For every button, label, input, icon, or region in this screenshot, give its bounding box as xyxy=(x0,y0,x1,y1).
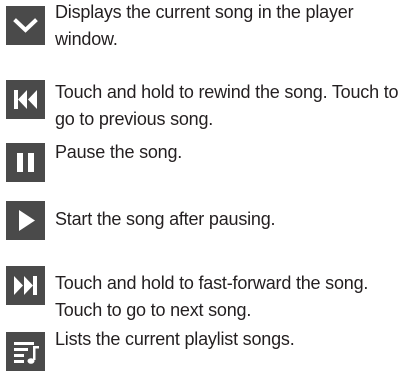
play-icon xyxy=(6,201,45,240)
pause-icon xyxy=(6,143,45,182)
control-description: Touch and hold to rewind the song. Touch… xyxy=(55,82,399,129)
chevron-down-icon xyxy=(6,6,45,45)
control-description: Start the song after pausing. xyxy=(55,209,276,229)
skip-back-icon xyxy=(6,80,45,119)
control-description: Touch and hold to fast-forward the song.… xyxy=(55,273,369,320)
skip-forward-icon xyxy=(6,266,45,305)
control-description: Pause the song. xyxy=(55,142,183,162)
playlist-icon xyxy=(6,332,45,371)
control-description: Displays the current song in the player … xyxy=(55,2,354,49)
control-description: Lists the current playlist songs. xyxy=(55,329,295,349)
